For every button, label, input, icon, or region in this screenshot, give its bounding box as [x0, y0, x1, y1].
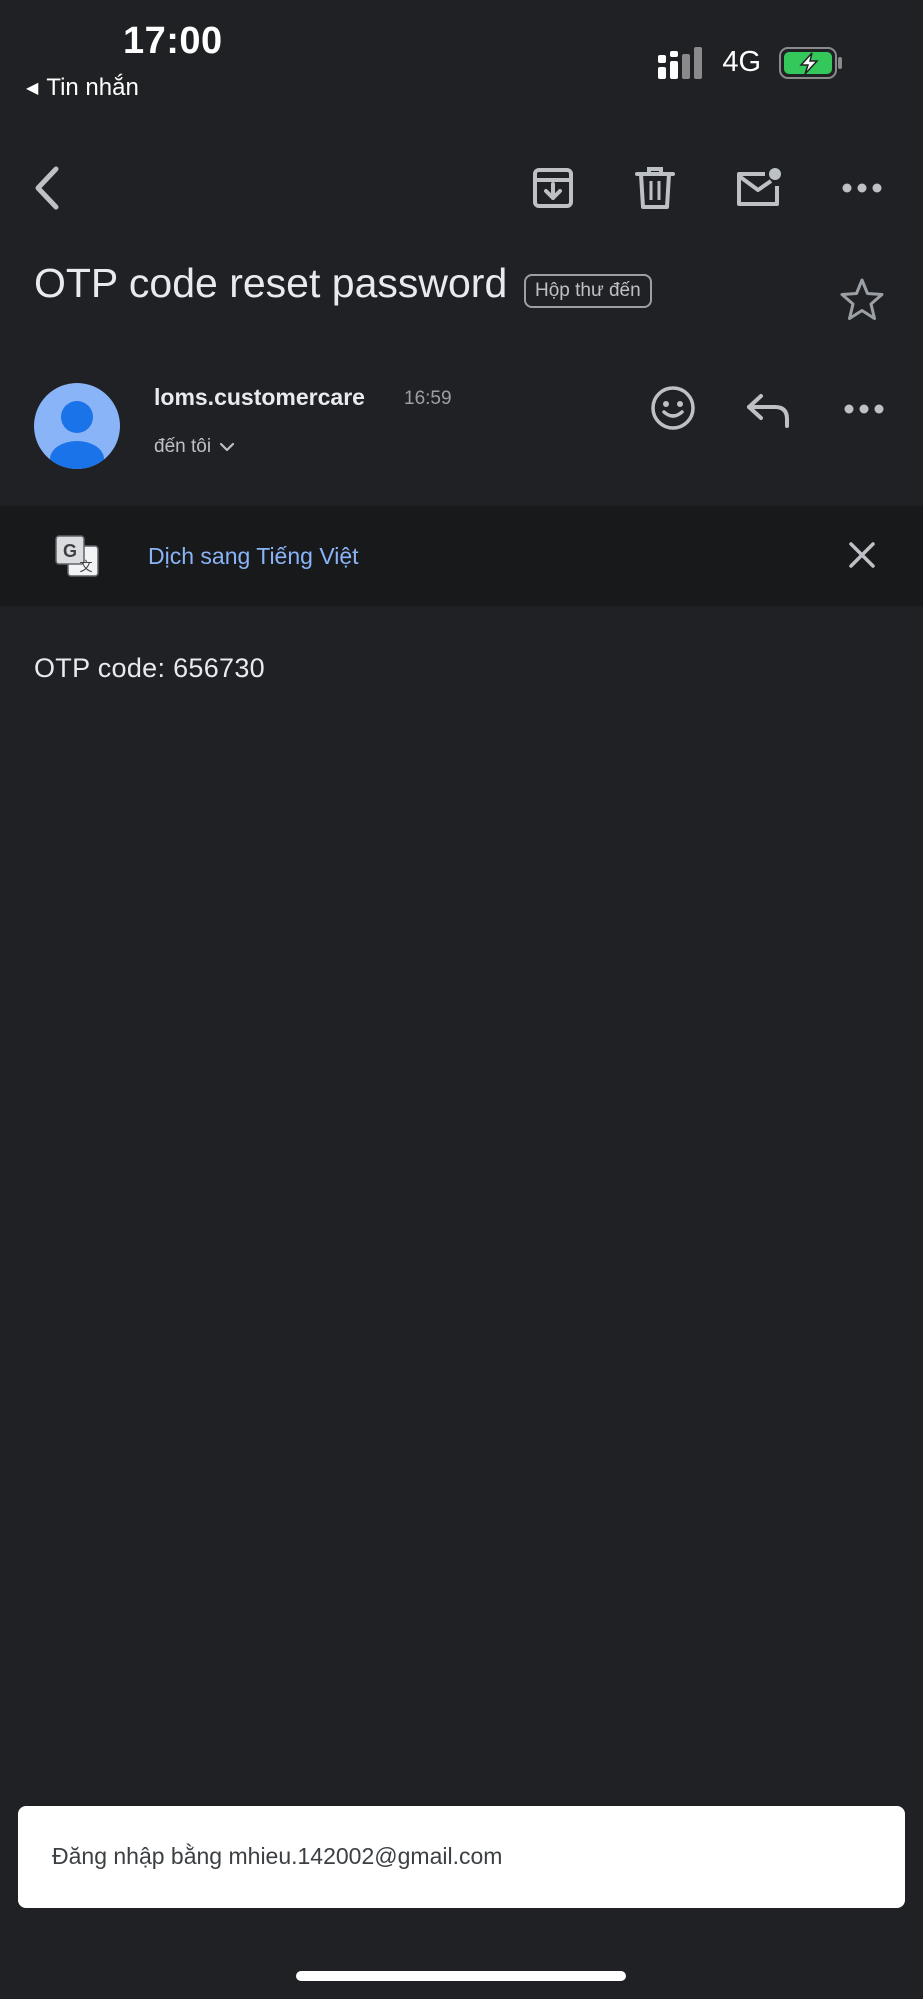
translate-bar [0, 506, 923, 606]
archive-icon [533, 168, 573, 208]
status-back-label: Tin nhắn [46, 74, 139, 101]
back-button[interactable] [20, 160, 76, 216]
archive-button[interactable] [525, 160, 581, 216]
reply-icon[interactable] [745, 390, 791, 430]
person-icon [50, 401, 104, 469]
more-icon [842, 183, 882, 193]
sender-avatar[interactable] [34, 383, 120, 469]
more-options-button[interactable] [834, 160, 890, 216]
delete-button[interactable] [627, 160, 683, 216]
signed-in-account-text: Đăng nhập bằng mhieu.142002@gmail.com [52, 1843, 503, 1869]
mark-unread-button[interactable] [731, 160, 787, 216]
message-more-icon[interactable] [844, 404, 884, 414]
close-icon[interactable] [848, 541, 876, 569]
back-triangle-icon: ◀ [26, 80, 39, 97]
translate-link[interactable]: Dịch sang Tiếng Việt [148, 543, 359, 570]
home-indicator[interactable] [296, 1971, 626, 1981]
email-body: OTP code: 656730 [34, 653, 265, 683]
email-subject: OTP code reset password [34, 260, 508, 306]
google-translate-icon: G 文 [55, 535, 99, 577]
chevron-down-icon [219, 442, 235, 452]
recipient-label: đến tôi [154, 436, 212, 457]
signal-icon [658, 46, 703, 79]
status-indicators: 4G [658, 46, 843, 79]
emoji-reaction-icon[interactable] [650, 385, 696, 431]
mark-unread-icon [737, 168, 781, 206]
sender-name[interactable]: loms.customercare [154, 384, 365, 411]
inbox-label-chip[interactable]: Hộp thư đến [524, 274, 652, 308]
recipient-details-toggle[interactable]: đến tôi [154, 436, 235, 458]
email-time: 16:59 [404, 388, 452, 409]
back-arrow-icon [35, 166, 59, 210]
svg-text:文: 文 [79, 560, 92, 575]
star-icon[interactable] [838, 276, 886, 324]
battery-charging-icon [779, 46, 842, 79]
network-type: 4G [722, 46, 761, 78]
status-time: 17:00 [123, 20, 223, 62]
svg-text:G: G [63, 541, 77, 561]
trash-icon [635, 167, 675, 209]
status-back-to-app[interactable]: ◀ Tin nhắn [26, 74, 139, 102]
